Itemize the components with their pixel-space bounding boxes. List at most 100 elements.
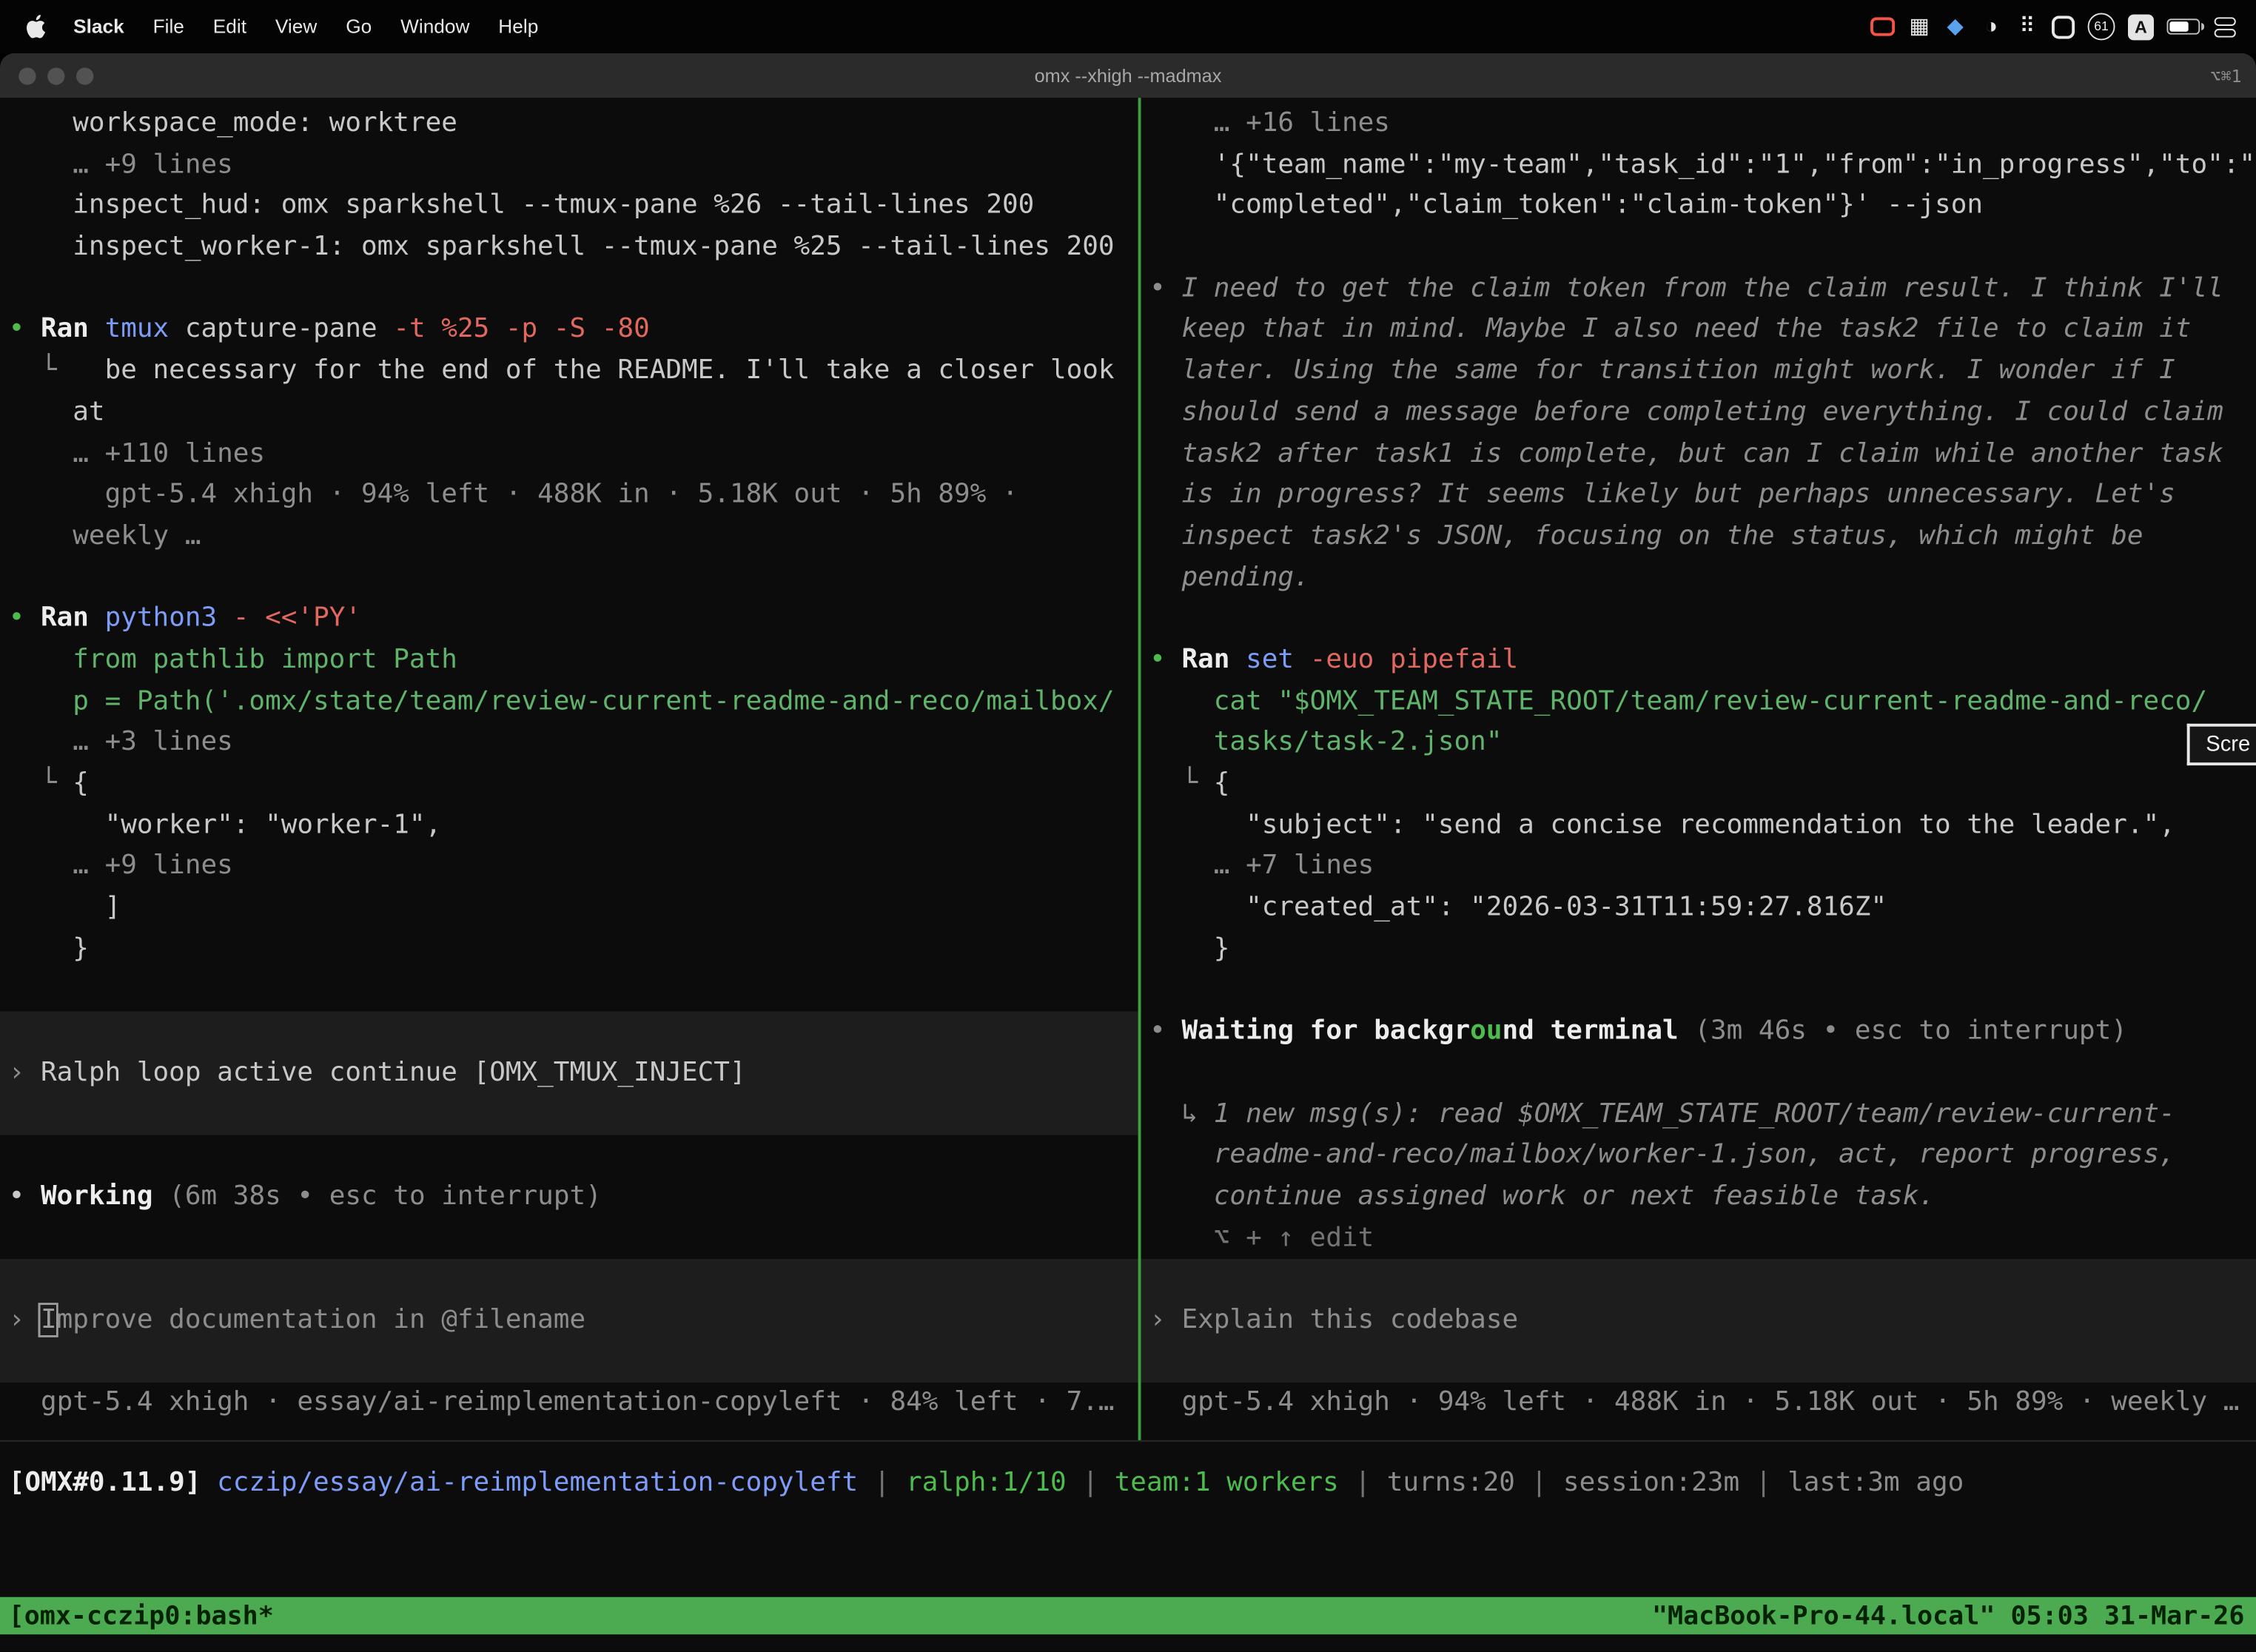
window-title: omx --xhigh --madmax xyxy=(1035,64,1222,86)
text-segment: turns:20 xyxy=(1387,1468,1515,1498)
input-band[interactable]: › Ralph loop active continue [OMX_TMUX_I… xyxy=(0,1012,1138,1135)
text-segment: gpt-5.4 xhigh · 94% left · 488K in · 5.1… xyxy=(1149,1387,2239,1417)
text-segment: tasks/task-2.json" xyxy=(1149,727,1502,757)
terminal-line: inspect_hud: omx sparkshell --tmux-pane … xyxy=(0,186,1138,227)
text-segment: should send a message before completing … xyxy=(1149,397,2223,427)
tmux-session-label: [omx-cczip0:bash* xyxy=(9,1601,274,1631)
terminal-line: … +7 lines xyxy=(1141,847,2256,888)
battery-percent-badge[interactable]: 61 xyxy=(2088,13,2115,40)
terminal-line: … +9 lines xyxy=(0,847,1138,888)
menu-item-help[interactable]: Help xyxy=(484,16,553,37)
text-segment: | xyxy=(1515,1468,1563,1498)
terminal-line: gpt-5.4 xhigh · 94% left · 488K in · 5.1… xyxy=(0,475,1138,517)
terminal-line: └ { xyxy=(1141,764,2256,805)
terminal-pane-right[interactable]: … +16 lines '{"team_name":"my-team","tas… xyxy=(1141,98,2256,1440)
text-segment: } xyxy=(9,933,89,964)
text-segment: … +16 lines xyxy=(1149,108,1390,138)
screen-recording-icon[interactable] xyxy=(1870,17,1895,36)
prompt-line: › Ralph loop active continue [OMX_TMUX_I… xyxy=(0,1052,746,1094)
terminal-line: readme-and-reco/mailbox/worker-1.json, a… xyxy=(1141,1135,2256,1177)
text-segment: last:3m ago xyxy=(1787,1468,1964,1498)
menu-item-view[interactable]: View xyxy=(261,16,331,37)
terminal-line xyxy=(0,1218,1138,1259)
input-source-icon[interactable]: A xyxy=(2128,13,2154,39)
terminal-line xyxy=(0,557,1138,599)
terminal-line: └ be necessary for the end of the README… xyxy=(0,352,1138,393)
text-segment: ralph:1/10 xyxy=(906,1468,1067,1498)
terminal-line: … +16 lines xyxy=(1141,104,2256,145)
traffic-lights xyxy=(19,53,93,98)
text-segment: | xyxy=(1339,1468,1387,1498)
window-shortcut: ⌥⌘1 xyxy=(2210,65,2241,85)
terminal-line: ↳ 1 new msg(s): read $OMX_TEAM_STATE_ROO… xyxy=(1141,1094,2256,1135)
terminal-line: "worker": "worker-1", xyxy=(0,805,1138,847)
text-segment: … +9 lines xyxy=(9,150,233,180)
input-band[interactable]: › Explain this codebase xyxy=(1141,1259,2256,1383)
pill-app-icon[interactable] xyxy=(2052,15,2075,38)
terminal-window: omx --xhigh --madmax ⌥⌘1 workspace_mode:… xyxy=(0,53,2256,1652)
menu-item-file[interactable]: File xyxy=(138,16,198,37)
text-segment: pending. xyxy=(1149,562,1310,592)
text-segment: | xyxy=(1067,1468,1115,1498)
terminal-line: • I need to get the claim token from the… xyxy=(1141,269,2256,310)
dots-grid-icon[interactable]: ⠿ xyxy=(2015,13,2038,41)
text-segment: • xyxy=(9,1181,41,1212)
text-segment: Waiting for backgr xyxy=(1181,1016,1470,1047)
prompt-line: › Explain this codebase xyxy=(1141,1300,1518,1342)
text-segment: • xyxy=(1149,645,1181,675)
text-segment: inspect task2's JSON, focusing on the st… xyxy=(1149,520,2143,551)
grid-app-icon[interactable]: ▦ xyxy=(1908,13,1931,41)
terminal-line: gpt-5.4 xhigh · 94% left · 488K in · 5.1… xyxy=(1141,1383,2256,1425)
text-segment: └ xyxy=(1149,768,1214,799)
window-title-bar[interactable]: omx --xhigh --madmax ⌥⌘1 xyxy=(0,53,2256,98)
battery-icon[interactable] xyxy=(2166,19,2200,34)
text-segment: › xyxy=(9,1057,41,1087)
menu-bar-status-icons: ▦ ◆ ◑ ⠿ 61 A xyxy=(1870,13,2236,41)
menu-bar-left: Slack File Edit View Go Window Help xyxy=(20,14,553,38)
minimize-button[interactable] xyxy=(47,67,64,84)
terminal-line: at xyxy=(0,392,1138,434)
apple-menu-icon[interactable] xyxy=(20,14,58,38)
close-button[interactable] xyxy=(19,67,36,84)
zoom-button[interactable] xyxy=(76,67,93,84)
swallow-app-icon[interactable]: ◆ xyxy=(1944,13,1967,41)
terminal-line: } xyxy=(0,929,1138,970)
terminal-content: workspace_mode: worktree … +9 lines insp… xyxy=(0,98,2256,1651)
text-segment: { xyxy=(73,768,89,799)
text-segment: capture-pane xyxy=(185,315,393,345)
text-segment: ↳ xyxy=(1149,1098,1214,1129)
terminal-line: ] xyxy=(0,887,1138,929)
terminal-line: "subject": "send a concise recommendatio… xyxy=(1141,805,2256,847)
terminal-line: ⌥ + ↑ edit xyxy=(1141,1218,2256,1260)
text-segment: Explain this codebase xyxy=(1181,1305,1518,1335)
text-segment: • xyxy=(9,315,41,345)
terminal-line: workspace_mode: worktree xyxy=(0,104,1138,145)
text-segment: [OMX#0.11.9] xyxy=(9,1468,217,1498)
text-segment: at xyxy=(9,397,105,427)
terminal-line: … +9 lines xyxy=(0,145,1138,187)
menu-app-name[interactable]: Slack xyxy=(59,16,138,37)
text-segment: -euo pipefail xyxy=(1310,645,1518,675)
menu-item-window[interactable]: Window xyxy=(386,16,484,37)
terminal-line xyxy=(1141,599,2256,640)
terminal-line: • Waiting for background terminal (3m 46… xyxy=(1141,1012,2256,1053)
terminal-line: is in progress? It seems likely but perh… xyxy=(1141,475,2256,517)
menu-item-go[interactable]: Go xyxy=(332,16,386,37)
text-segment: Ran xyxy=(41,603,105,634)
screen-share-overlay: Scre xyxy=(2187,724,2256,765)
input-band[interactable]: › Improve documentation in @filename xyxy=(0,1259,1138,1383)
toggle-pill xyxy=(2214,16,2235,25)
terminal-pane-left[interactable]: workspace_mode: worktree … +9 lines insp… xyxy=(0,98,1138,1440)
terminal-line: inspect task2's JSON, focusing on the st… xyxy=(1141,517,2256,558)
control-center-icon[interactable] xyxy=(2213,13,2236,41)
text-segment: 1 new msg(s): read $OMX_TEAM_STATE_ROOT/… xyxy=(1214,1098,2175,1129)
battery-fill xyxy=(2169,21,2187,32)
tmux-status-bar: [omx-cczip0:bash* "MacBook-Pro-44.local"… xyxy=(0,1597,2256,1635)
terminal-line: weekly … xyxy=(0,517,1138,558)
contrast-app-icon[interactable]: ◑ xyxy=(1980,13,2003,41)
text-segment: Working xyxy=(41,1181,169,1212)
text-segment: "worker": "worker-1", xyxy=(9,810,442,840)
text-segment: workspace_mode: worktree xyxy=(9,108,457,138)
menu-item-edit[interactable]: Edit xyxy=(198,16,261,37)
text-segment: from pathlib import Path xyxy=(9,645,457,675)
